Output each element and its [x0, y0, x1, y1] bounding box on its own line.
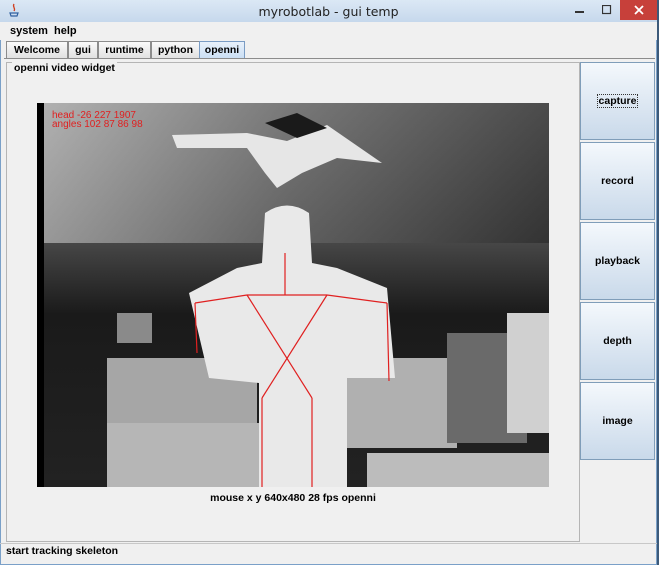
- close-icon: [633, 5, 644, 15]
- menu-help[interactable]: help: [54, 25, 77, 37]
- app-window: myrobotlab - gui temp system help Welcom…: [0, 0, 657, 565]
- tab-divider: [4, 58, 655, 59]
- maximize-icon: [602, 5, 612, 15]
- depth-video-feed[interactable]: head -26 227 1907 angles 102 87 86 98: [37, 103, 549, 487]
- video-status-info: mouse x y 640x480 28 fps openni: [210, 492, 376, 504]
- joint-angles: angles 102 87 86 98: [52, 119, 143, 130]
- title-bar[interactable]: myrobotlab - gui temp: [0, 0, 657, 22]
- tab-python[interactable]: python: [151, 41, 200, 58]
- menu-system[interactable]: system: [10, 25, 48, 37]
- menu-bar: system help: [0, 22, 657, 40]
- status-bar: start tracking skeleton: [0, 543, 657, 557]
- record-button[interactable]: record: [580, 142, 655, 220]
- minimize-button[interactable]: [567, 0, 593, 20]
- panel-title: openni video widget: [12, 62, 117, 74]
- maximize-button[interactable]: [594, 0, 620, 20]
- image-button[interactable]: image: [580, 382, 655, 460]
- close-button[interactable]: [620, 0, 657, 20]
- depth-image: [37, 103, 549, 487]
- playback-label: playback: [595, 255, 640, 267]
- image-label: image: [602, 415, 633, 427]
- tab-runtime[interactable]: runtime: [98, 41, 151, 58]
- record-label: record: [601, 175, 634, 187]
- capture-button[interactable]: capture: [580, 62, 655, 140]
- depth-label: depth: [603, 335, 632, 347]
- depth-button[interactable]: depth: [580, 302, 655, 380]
- window-title: myrobotlab - gui temp: [258, 4, 399, 19]
- tab-openni[interactable]: openni: [199, 41, 245, 58]
- tab-gui[interactable]: gui: [68, 41, 98, 58]
- tab-welcome[interactable]: Welcome: [6, 41, 68, 58]
- minimize-icon: [575, 11, 584, 13]
- capture-label: capture: [596, 94, 639, 108]
- playback-button[interactable]: playback: [580, 222, 655, 300]
